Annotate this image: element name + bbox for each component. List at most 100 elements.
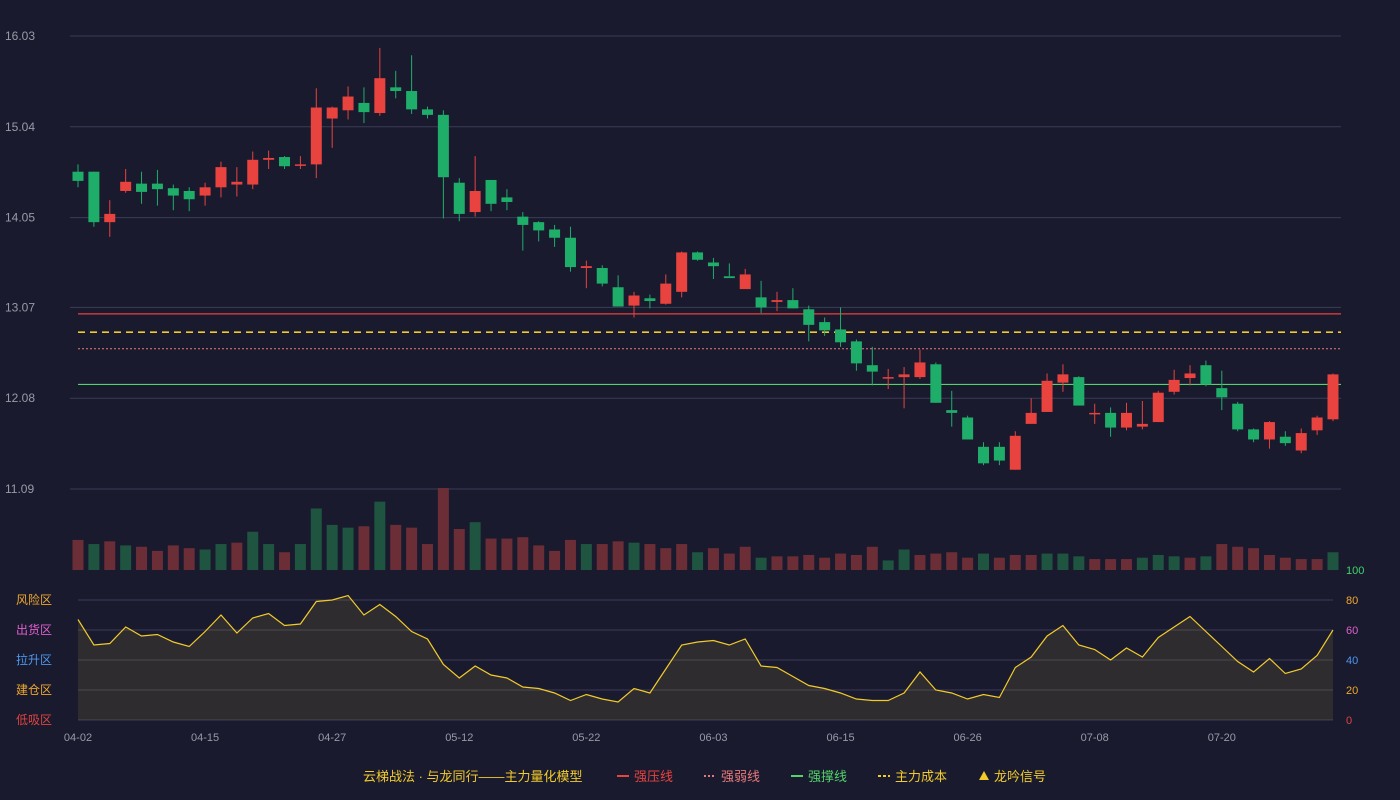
volume-bar <box>866 546 878 570</box>
date-tick-label: 06-15 <box>826 732 854 744</box>
candle-body <box>549 229 561 238</box>
chart-canvas: 16.03 15.04 14.05 13.07 12.08 11.09 04-02 04-15… <box>5 29 1364 784</box>
candle-body <box>596 268 608 284</box>
volume-bar <box>803 554 815 570</box>
volume-bar <box>1295 559 1307 570</box>
candle-body <box>914 362 926 378</box>
candle-body <box>803 309 815 325</box>
candle-body <box>342 96 354 111</box>
volume-bar <box>739 546 751 570</box>
volume-bar <box>1136 557 1148 570</box>
price-tick-label: 15.04 <box>5 120 35 134</box>
candle-body <box>1136 423 1148 427</box>
volume-bar <box>421 544 433 570</box>
volume-bar <box>120 545 132 570</box>
legend-cost-label[interactable]: 主力成本 <box>895 769 947 784</box>
volume-bar <box>406 527 418 570</box>
zone-label: 出货区 <box>16 622 52 637</box>
legend-signal-label[interactable]: 龙吟信号 <box>994 769 1046 784</box>
volume-bar <box>453 529 465 570</box>
candle-body <box>104 213 116 223</box>
candle-body <box>263 157 275 160</box>
candle-body <box>946 410 958 413</box>
volume-bar <box>644 544 656 570</box>
volume-bar <box>151 550 163 570</box>
price-tick-label: 16.03 <box>5 29 35 43</box>
volume-bar <box>390 524 402 570</box>
candle-body <box>676 252 688 292</box>
candle-body <box>1295 433 1307 451</box>
volume-bar <box>1105 559 1117 570</box>
candle-body <box>1168 379 1180 392</box>
date-tick-label: 04-15 <box>191 732 219 744</box>
candle-body <box>247 159 259 185</box>
volume-bar <box>1327 552 1339 570</box>
candle-body <box>882 377 894 379</box>
volume-bar <box>72 539 84 570</box>
indicator-tick-label: 60 <box>1346 625 1358 637</box>
volume-bar <box>1089 559 1101 570</box>
candle-body <box>835 329 847 343</box>
candle-body <box>580 266 592 269</box>
volume-bar <box>898 549 910 570</box>
volume-bar <box>136 546 148 570</box>
date-tick-label: 04-27 <box>318 732 346 744</box>
candle-body <box>978 446 990 464</box>
volume-bar <box>1120 559 1132 570</box>
volume-bar <box>612 541 624 570</box>
volume-bar <box>771 556 783 570</box>
legend-pressure-label[interactable]: 强压线 <box>634 769 673 784</box>
volume-bar <box>358 526 370 570</box>
volume-bar <box>1200 556 1212 570</box>
indicator-tick-label: 100 <box>1346 565 1364 577</box>
candle-body <box>962 417 974 440</box>
volume-bar <box>835 553 847 570</box>
price-tick-label: 11.09 <box>5 482 34 496</box>
volume-bar <box>1311 559 1323 570</box>
price-tick-label: 12.08 <box>5 391 35 405</box>
volume-bar <box>294 544 306 570</box>
date-tick-label: 04-02 <box>64 732 92 744</box>
volume-bar <box>819 557 831 570</box>
volume-bar <box>437 488 449 570</box>
candle-body <box>310 107 322 165</box>
volume-bar <box>263 544 275 570</box>
volume-bar <box>1057 553 1069 570</box>
candle-body <box>501 197 513 202</box>
volume-bar <box>628 542 640 570</box>
volume-bar <box>517 537 529 570</box>
candle-body <box>1184 373 1196 379</box>
candle-body <box>1073 377 1085 406</box>
legend-weak-label[interactable]: 强弱线 <box>721 769 760 784</box>
candle-body <box>898 374 910 378</box>
indicator-tick-label: 20 <box>1346 685 1358 697</box>
volume-bar <box>1263 554 1275 570</box>
candle-body <box>660 283 672 304</box>
legend-support-label[interactable]: 强撑线 <box>808 769 847 784</box>
candle-body <box>1248 429 1260 440</box>
candle-body <box>1025 412 1037 424</box>
indicator-panel <box>77 594 1334 720</box>
candle-body <box>72 171 84 181</box>
volume-bar <box>231 542 243 570</box>
indicator-tick-label: 40 <box>1346 655 1358 667</box>
candle-body <box>136 183 148 192</box>
volume-bar <box>88 544 100 570</box>
volume-bar <box>1248 548 1260 570</box>
price-tick-label: 14.05 <box>5 211 35 225</box>
volume-bar <box>1168 556 1180 570</box>
candle-body <box>120 181 132 191</box>
candle-body <box>564 237 576 268</box>
volume-bar <box>485 538 497 570</box>
candle-body <box>215 167 227 188</box>
volume-bar <box>596 544 608 570</box>
price-tick-label: 13.07 <box>5 300 35 314</box>
reference-lines <box>78 313 1341 386</box>
volume-bar <box>930 553 942 570</box>
volume-bar <box>247 531 259 570</box>
volume-bar <box>215 544 227 570</box>
legend[interactable]: 云梯战法 · 与龙同行——主力量化模型 强压线 强弱线 强撑线 主力成本 龙吟信… <box>363 769 1046 784</box>
date-tick-label: 06-03 <box>699 732 727 744</box>
legend-signal-triangle-icon <box>979 771 989 780</box>
date-tick-label: 06-26 <box>954 732 982 744</box>
